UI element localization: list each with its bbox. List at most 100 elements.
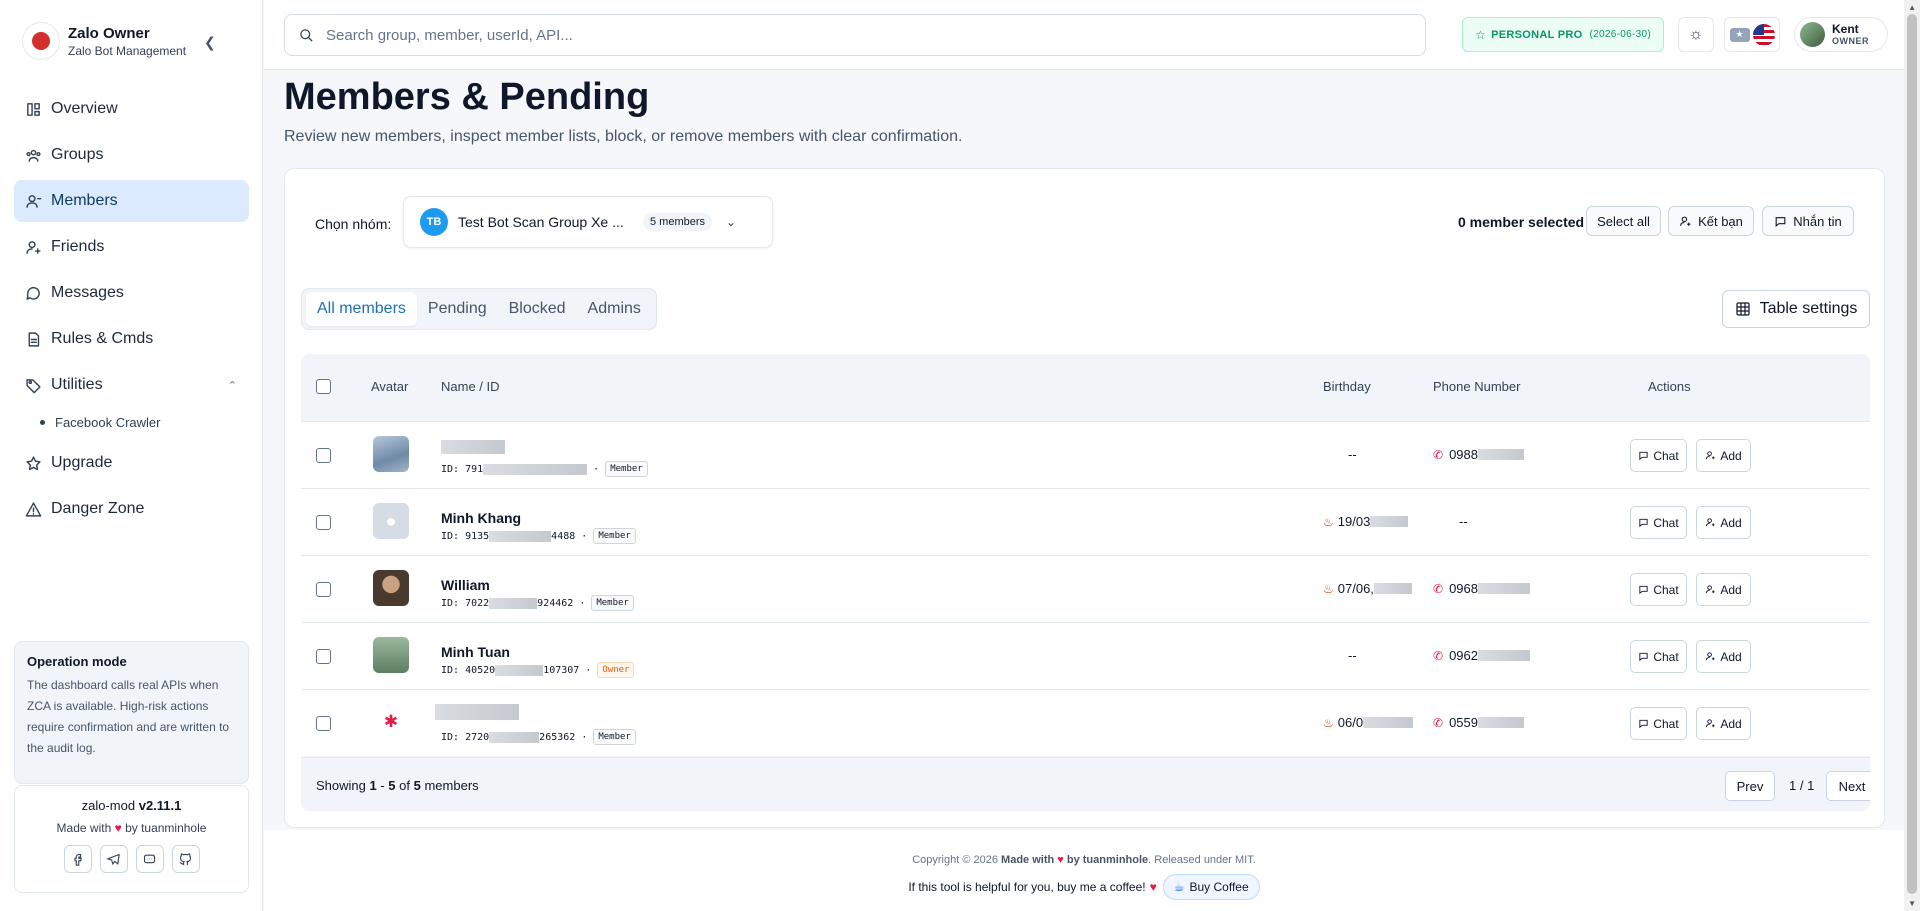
tab-all-members[interactable]: All members: [306, 292, 417, 326]
sidebar-item-messages[interactable]: Messages: [14, 272, 249, 314]
user-menu-button[interactable]: Kent OWNER: [1794, 17, 1888, 52]
facebook-icon[interactable]: [63, 845, 92, 873]
sidebar-item-utilities[interactable]: Utilities ⌃: [14, 364, 249, 406]
group-select-dropdown[interactable]: TB Test Bot Scan Group Xe ... 5 members …: [403, 196, 773, 248]
chat-button[interactable]: Chat: [1630, 573, 1687, 606]
add-button[interactable]: Add: [1696, 573, 1751, 606]
sidebar-item-label: Friends: [51, 238, 105, 255]
chat-button[interactable]: Chat: [1630, 640, 1687, 673]
scrollbar-thumb[interactable]: [1907, 14, 1917, 894]
user-plus-icon: [1706, 585, 1715, 594]
redacted-name: [435, 704, 519, 720]
brand: Zalo Owner Zalo Bot Management: [22, 22, 186, 60]
license-text: Released under MIT.: [1154, 854, 1256, 866]
add-button[interactable]: Add: [1696, 640, 1751, 673]
coffee-text: If this tool is helpful for you, buy me …: [908, 880, 1146, 894]
sidebar-item-rules[interactable]: Rules & Cmds: [14, 318, 249, 360]
prev-page-button[interactable]: Prev: [1725, 771, 1775, 801]
phone-icon: ✆: [1433, 648, 1444, 663]
row-checkbox[interactable]: [316, 716, 331, 731]
next-page-button[interactable]: Next: [1826, 771, 1870, 801]
member-phone: ✆ 0968: [1433, 581, 1530, 596]
github-icon[interactable]: [171, 845, 200, 873]
sidebar-item-overview[interactable]: Overview: [14, 88, 249, 130]
select-all-button[interactable]: Select all: [1586, 206, 1661, 236]
sidebar-item-members[interactable]: Members: [14, 180, 249, 222]
vietnam-flag-icon: ★: [1729, 27, 1750, 42]
table-settings-button[interactable]: Table settings: [1722, 290, 1870, 328]
member-id-prefix: ID: 40520: [441, 664, 496, 676]
theme-toggle-button[interactable]: ☼: [1678, 17, 1714, 52]
showing-count: Showing 1 - 5 of 5 members: [316, 778, 479, 793]
plan-badge[interactable]: ☆ PERSONAL PRO (2026-06-30): [1462, 17, 1664, 52]
showing-to: 5: [388, 778, 396, 793]
cake-icon: ♨: [1323, 514, 1334, 529]
buy-coffee-button[interactable]: ☕ Buy Coffee: [1162, 874, 1260, 900]
brand-subtitle: Zalo Bot Management: [68, 43, 187, 58]
brand-title: Zalo Owner: [68, 24, 150, 42]
table-body: ID: 791 · Member -- ✆ 0988 Chat Add ● Min…: [301, 421, 1870, 756]
tab-blocked[interactable]: Blocked: [498, 292, 577, 326]
search-input[interactable]: [326, 26, 1406, 44]
phone-number: 0962: [1449, 648, 1478, 663]
chat-button[interactable]: Chat: [1630, 506, 1687, 539]
sidebar: Zalo Owner Zalo Bot Management ❮ Overvie…: [0, 0, 263, 911]
row-checkbox[interactable]: [316, 515, 331, 530]
tab-pending[interactable]: Pending: [417, 292, 498, 326]
member-id-suffix: 107307: [543, 664, 580, 676]
add-friend-button[interactable]: Kết bạn: [1668, 206, 1754, 236]
operation-mode-title: Operation mode: [27, 654, 127, 669]
us-flag-icon: [1752, 23, 1775, 46]
member-id-prefix: ID: 7022: [441, 597, 490, 609]
page-subtitle: Review new members, inspect member lists…: [284, 128, 963, 145]
made-with-line: Made with ♥ by tuanminhole: [15, 821, 248, 835]
sidebar-item-friends[interactable]: Friends: [14, 226, 249, 268]
phone-icon: ✆: [1433, 715, 1444, 730]
member-id: ID: 2720 265362 · Member: [441, 729, 636, 745]
chat-button[interactable]: Chat: [1630, 439, 1687, 472]
role-tag: Member: [605, 461, 648, 477]
birthday-value: 06/0: [1337, 715, 1364, 730]
chat-label: Chat: [1653, 649, 1679, 664]
sidebar-item-danger-zone[interactable]: Danger Zone: [14, 488, 249, 530]
add-button[interactable]: Add: [1696, 707, 1751, 740]
language-switcher[interactable]: ★: [1724, 17, 1780, 52]
redacted-phone: [1477, 583, 1530, 594]
user-plus-icon: [1706, 518, 1715, 527]
member-phone: ✆ 0962: [1433, 648, 1530, 663]
tab-admins[interactable]: Admins: [577, 292, 652, 326]
add-button[interactable]: Add: [1696, 506, 1751, 539]
telegram-icon[interactable]: [99, 845, 128, 873]
sidebar-item-label: Rules & Cmds: [51, 330, 154, 347]
select-all-checkbox[interactable]: [316, 379, 331, 394]
sidebar-subitem-facebook-crawler[interactable]: Facebook Crawler: [14, 406, 249, 438]
birthday-value: 19/03: [1337, 514, 1371, 529]
sidebar-item-groups[interactable]: Groups: [14, 134, 249, 176]
message-button[interactable]: Nhắn tin: [1762, 206, 1854, 236]
page-footer: Copyright © 2026 Made with ♥ by tuanminh…: [264, 830, 1904, 911]
user-plus-icon: [1706, 451, 1715, 460]
star-outline-icon: ☆: [1475, 27, 1487, 42]
redacted-id: [489, 731, 540, 743]
chat-button[interactable]: Chat: [1630, 707, 1687, 740]
role-tag: Member: [591, 595, 634, 611]
user-plus-icon: [1706, 652, 1715, 661]
coffee-line: If this tool is helpful for you, buy me …: [264, 874, 1904, 900]
row-checkbox[interactable]: [316, 649, 331, 664]
chat-bubble-icon[interactable]: [135, 845, 164, 873]
scroll-up-icon[interactable]: ▲: [1908, 3, 1916, 12]
page-scrollbar[interactable]: ▲ ▼: [1904, 0, 1920, 911]
sidebar-item-upgrade[interactable]: Upgrade: [14, 442, 249, 484]
collapse-sidebar-icon[interactable]: ❮: [204, 34, 216, 51]
scroll-down-icon[interactable]: ▼: [1908, 899, 1916, 908]
member-id: ID: 7022 924462 · Member: [441, 595, 634, 611]
add-button[interactable]: Add: [1696, 439, 1751, 472]
row-checkbox[interactable]: [316, 582, 331, 597]
members-card: Chọn nhóm: TB Test Bot Scan Group Xe ...…: [284, 168, 1885, 828]
sun-icon: ☼: [1688, 25, 1704, 43]
copyright-prefix: Copyright © 2026: [912, 854, 998, 866]
message-icon: [1639, 518, 1648, 528]
message-icon: [1639, 585, 1648, 595]
row-checkbox[interactable]: [316, 448, 331, 463]
user-plus-icon: [1706, 719, 1715, 728]
